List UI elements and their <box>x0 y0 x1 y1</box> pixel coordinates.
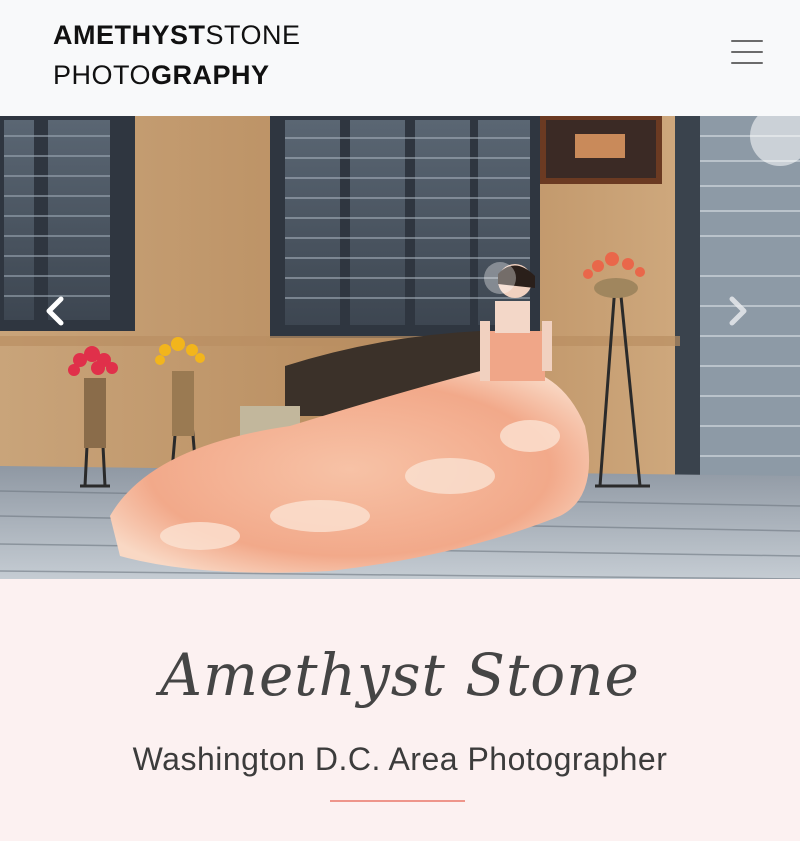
carousel-prev-button[interactable] <box>35 286 75 336</box>
brand-line-2: PHOTOGRAPHY <box>53 55 301 95</box>
brand-word-photo: PHOTO <box>53 60 152 90</box>
slide-image <box>0 116 800 579</box>
accent-divider <box>330 800 465 802</box>
hamburger-bar <box>731 51 763 53</box>
subtitle: Washington D.C. Area Photographer <box>132 741 668 777</box>
brand-line-1: AMETHYSTSTONE <box>53 15 301 55</box>
site-header: AMETHYSTSTONE PHOTOGRAPHY <box>0 0 800 116</box>
hamburger-menu-icon[interactable] <box>731 40 763 64</box>
brand-word-amethyst: AMETHYST <box>53 20 206 50</box>
hamburger-bar <box>731 62 763 64</box>
hamburger-bar <box>731 40 763 42</box>
brand-logo[interactable]: AMETHYSTSTONE PHOTOGRAPHY <box>53 15 301 95</box>
script-title: Amethyst Stone <box>160 641 640 709</box>
hero-carousel[interactable] <box>0 116 800 579</box>
carousel-next-button[interactable] <box>718 286 758 336</box>
chevron-left-icon <box>46 296 64 326</box>
brand-word-stone: STONE <box>205 20 301 50</box>
brand-word-graphy: GRAPHY <box>151 60 270 90</box>
intro-section: Amethyst Stone Washington D.C. Area Phot… <box>0 579 800 841</box>
chevron-right-icon <box>729 296 747 326</box>
